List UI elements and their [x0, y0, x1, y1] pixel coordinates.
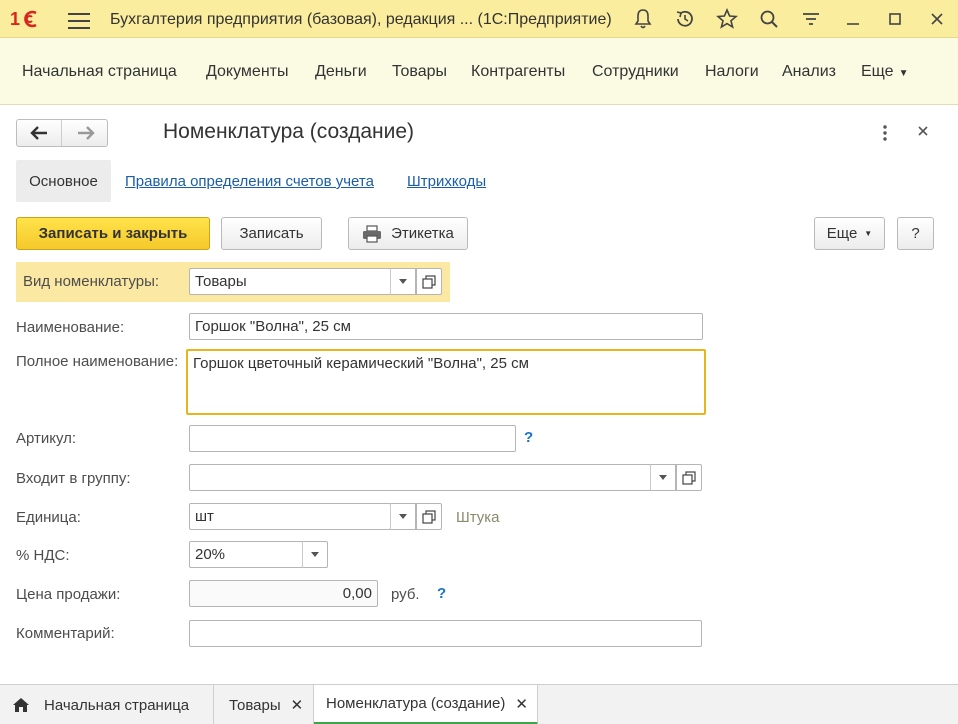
- print-label-text: Этикетка: [391, 225, 454, 242]
- unit-open-button[interactable]: [416, 503, 442, 530]
- save-close-button[interactable]: Записать и закрыть: [16, 217, 210, 250]
- full-name-field[interactable]: Горшок цветочный керамический "Волна", 2…: [186, 349, 706, 415]
- tab-main[interactable]: Основное: [16, 160, 111, 202]
- window-tab-label: Номенклатура (создание): [326, 695, 506, 712]
- title-bar: 1 Бухгалтерия предприятия (базовая), ред…: [0, 0, 958, 38]
- name-field[interactable]: Горшок "Волна", 25 см: [189, 313, 703, 340]
- full-name-label: Полное наименование:: [16, 353, 179, 370]
- section-counterparties[interactable]: Контрагенты: [471, 63, 565, 81]
- form-close-icon[interactable]: [914, 122, 932, 140]
- item-kind-label: Вид номенклатуры:: [23, 273, 160, 290]
- form-title: Номенклатура (создание): [163, 120, 415, 143]
- vat-label: % НДС:: [16, 547, 70, 564]
- section-employees[interactable]: Сотрудники: [592, 63, 679, 81]
- close-tab-icon[interactable]: ✕: [515, 695, 528, 713]
- close-tab-icon[interactable]: ✕: [291, 696, 304, 714]
- open-windows-bar: Начальная страница Товары ✕ Номенклатура…: [0, 684, 958, 724]
- caret-down-icon: ▼: [864, 229, 873, 238]
- more-vertical-icon[interactable]: [877, 123, 893, 143]
- section-taxes[interactable]: Налоги: [705, 63, 759, 81]
- section-goods[interactable]: Товары: [392, 63, 447, 81]
- save-button[interactable]: Записать: [221, 217, 322, 250]
- item-kind-open-button[interactable]: [416, 268, 442, 295]
- history-icon[interactable]: [673, 7, 697, 31]
- dropdown-arrow-icon: [659, 475, 667, 480]
- help-button[interactable]: ?: [897, 217, 934, 250]
- article-label: Артикул:: [16, 430, 77, 447]
- unit-field[interactable]: шт: [189, 503, 391, 530]
- window-tab-home[interactable]: Начальная страница: [0, 685, 214, 724]
- group-dropdown[interactable]: [650, 464, 676, 491]
- app-title: Бухгалтерия предприятия (базовая), редак…: [110, 11, 612, 28]
- vat-dropdown[interactable]: [302, 541, 328, 568]
- comment-label: Комментарий:: [16, 625, 115, 642]
- section-more[interactable]: Еще ▼: [861, 63, 908, 81]
- vat-field[interactable]: 20%: [189, 541, 303, 568]
- unit-hint: Штука: [456, 509, 500, 526]
- forward-button[interactable]: [63, 120, 108, 146]
- comment-field[interactable]: [189, 620, 702, 647]
- maximize-icon[interactable]: [883, 7, 907, 31]
- dropdown-arrow-icon: [399, 279, 407, 284]
- window-tab-item-create[interactable]: Номенклатура (создание) ✕: [314, 685, 538, 724]
- group-open-button[interactable]: [676, 464, 702, 491]
- dropdown-arrow-icon: [399, 514, 407, 519]
- sections-panel: Начальная страница Документы Деньги Това…: [0, 38, 958, 105]
- name-label: Наименование:: [16, 319, 125, 336]
- nav-buttons: [16, 119, 108, 147]
- window-tab-label: Товары: [229, 696, 281, 714]
- printer-icon: [363, 224, 382, 243]
- section-more-label: Еще: [861, 63, 894, 80]
- tab-accounting-rules[interactable]: Правила определения счетов учета: [125, 173, 374, 190]
- article-field[interactable]: [189, 425, 516, 452]
- back-button[interactable]: [17, 120, 62, 146]
- arrow-right-icon: [77, 126, 95, 140]
- bell-icon[interactable]: [631, 7, 655, 31]
- unit-label: Единица:: [16, 509, 81, 526]
- home-icon: [13, 698, 29, 712]
- price-field[interactable]: 0,00: [189, 580, 378, 607]
- price-currency: руб.: [391, 586, 420, 603]
- section-analysis[interactable]: Анализ: [782, 63, 836, 81]
- open-window-icon: [422, 509, 436, 524]
- item-kind-field[interactable]: Товары: [189, 268, 391, 295]
- print-label-button[interactable]: Этикетка: [348, 217, 468, 250]
- search-icon[interactable]: [757, 7, 781, 31]
- article-help-icon[interactable]: ?: [524, 429, 533, 446]
- more-button-label: Еще: [826, 225, 858, 242]
- group-label: Входит в группу:: [16, 470, 131, 487]
- svg-text:1: 1: [10, 9, 20, 29]
- more-button[interactable]: Еще ▼: [814, 217, 885, 250]
- section-home[interactable]: Начальная страница: [22, 63, 177, 81]
- section-documents[interactable]: Документы: [206, 63, 288, 81]
- window-tab-label: Начальная страница: [44, 696, 190, 714]
- tab-barcodes[interactable]: Штрихкоды: [407, 173, 486, 190]
- main-menu-icon[interactable]: [68, 10, 90, 29]
- section-money[interactable]: Деньги: [315, 63, 367, 81]
- price-label: Цена продажи:: [16, 586, 121, 603]
- close-icon[interactable]: [925, 7, 949, 31]
- open-window-icon: [682, 470, 696, 485]
- 1c-logo-icon: 1: [10, 8, 44, 30]
- group-field[interactable]: [189, 464, 651, 491]
- window-tab-goods[interactable]: Товары ✕: [214, 685, 314, 724]
- item-kind-dropdown[interactable]: [390, 268, 416, 295]
- dropdown-arrow-icon: [311, 552, 319, 557]
- filter-icon[interactable]: [799, 7, 823, 31]
- star-icon[interactable]: [715, 7, 739, 31]
- unit-dropdown[interactable]: [390, 503, 416, 530]
- form-area: Номенклатура (создание) Основное Правила…: [0, 106, 958, 684]
- caret-down-icon: ▼: [898, 68, 909, 79]
- open-window-icon: [422, 274, 436, 289]
- price-help-icon[interactable]: ?: [437, 585, 446, 602]
- arrow-left-icon: [30, 126, 47, 140]
- minimize-icon[interactable]: [841, 7, 865, 31]
